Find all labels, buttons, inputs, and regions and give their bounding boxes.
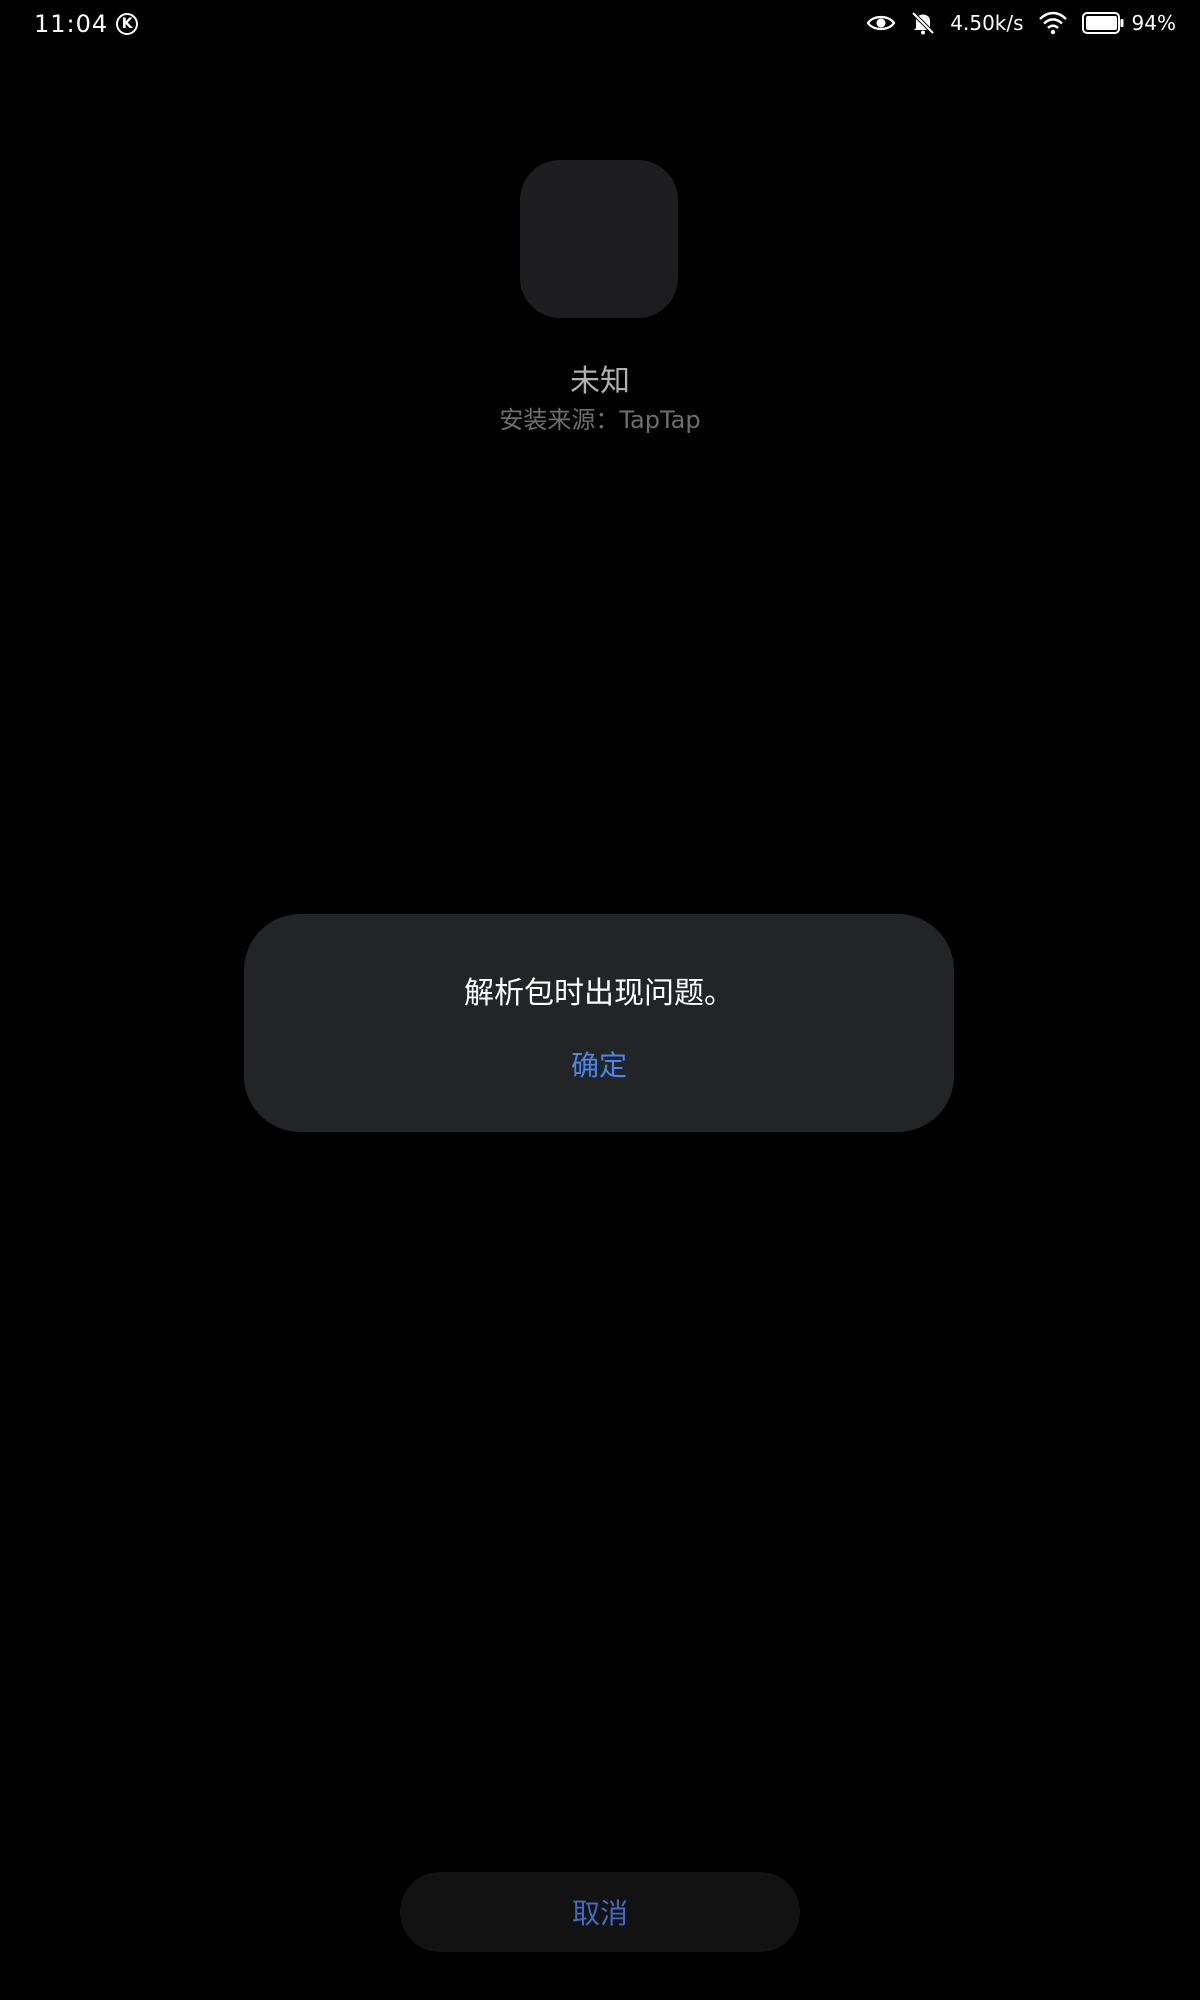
eye-icon [866, 12, 896, 34]
k-badge-icon: K [116, 13, 139, 35]
battery: 94% [1081, 11, 1176, 35]
install-source: 安装来源：TapTap [499, 406, 701, 434]
status-left: 11:04 K [34, 10, 139, 38]
bell-off-icon [910, 10, 936, 36]
error-dialog: 解析包时出现问题。 确定 [244, 914, 954, 1132]
status-right: 4.50k/s 94% [866, 10, 1176, 36]
status-bar: 11:04 K 4.50k/s 94% [0, 0, 1200, 48]
app-name: 未知 [570, 364, 630, 399]
dialog-message: 解析包时出现问题。 [464, 976, 734, 1011]
status-time: 11:04 [34, 10, 109, 38]
wifi-icon [1038, 11, 1068, 35]
ok-button[interactable]: 确定 [499, 1034, 699, 1094]
battery-percent: 94% [1131, 11, 1176, 35]
app-icon-placeholder [520, 160, 678, 318]
cancel-button[interactable]: 取消 [400, 1872, 800, 1952]
battery-icon [1081, 12, 1124, 34]
network-speed: 4.50k/s [950, 11, 1024, 35]
